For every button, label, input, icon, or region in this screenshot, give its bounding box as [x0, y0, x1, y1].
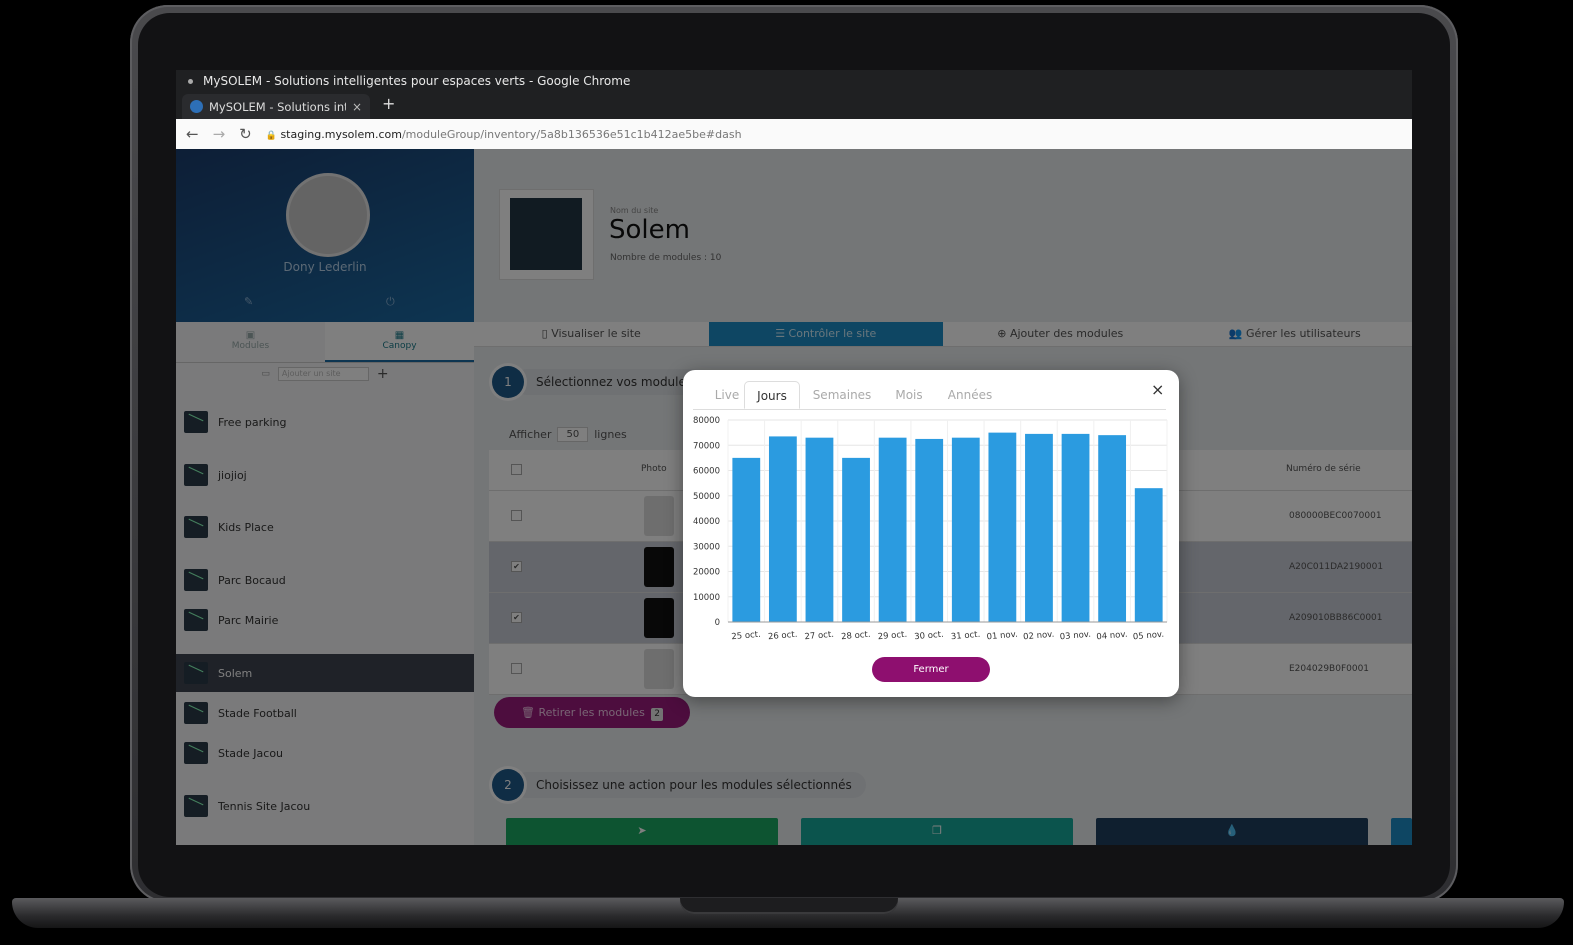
- y-tick-label: 60000: [693, 467, 720, 477]
- x-tick-label: 04 nov.: [1096, 630, 1128, 643]
- y-tick-label: 20000: [693, 568, 720, 578]
- x-tick-label: 05 nov.: [1133, 630, 1165, 643]
- url-path: /moduleGroup/inventory/5a8b136536e51c1b4…: [401, 127, 742, 141]
- browser-tab[interactable]: MySOLEM - Solutions inte ×: [182, 94, 370, 119]
- bar: [732, 457, 761, 622]
- y-tick-label: 40000: [693, 517, 720, 527]
- bar: [1025, 433, 1053, 622]
- browser-window: MySOLEM - Solutions intelligentes pour e…: [176, 70, 1412, 845]
- x-tick-label: 28 oct.: [841, 630, 871, 643]
- y-tick-label: 50000: [693, 492, 720, 502]
- bar: [988, 432, 1017, 622]
- fermer-button[interactable]: Fermer: [872, 657, 990, 682]
- y-tick-label: 70000: [693, 441, 720, 451]
- back-icon[interactable]: ←: [186, 125, 199, 143]
- favicon-icon: [190, 100, 203, 113]
- x-tick-label: 29 oct.: [877, 630, 907, 643]
- bar: [1061, 433, 1090, 622]
- daily-bar-chart: 0 10000 20000 30000 40000 50000 60000 70000 8000…: [693, 416, 1168, 643]
- x-tick-label: 25 oct.: [731, 630, 761, 643]
- y-tick-label: 10000: [693, 593, 720, 603]
- x-tick-label: 30 oct.: [914, 630, 944, 643]
- bar: [1134, 488, 1163, 622]
- x-tick-label: 01 nov.: [986, 630, 1018, 643]
- tab-annees[interactable]: Années: [940, 381, 1000, 409]
- tab-mois[interactable]: Mois: [888, 381, 930, 409]
- modal-close-icon[interactable]: ×: [1151, 380, 1164, 399]
- x-tick-label: 27 oct.: [804, 630, 834, 643]
- period-tabs: Live Jours Semaines Mois Années: [693, 381, 1166, 410]
- bar: [1098, 435, 1127, 622]
- address-bar: ← → ↻ 🔒 staging.mysolem.com/moduleGroup/…: [176, 119, 1412, 149]
- tab-semaines[interactable]: Semaines: [806, 381, 878, 409]
- url-domain: staging.mysolem.com: [280, 127, 402, 141]
- bar: [951, 437, 980, 622]
- y-tick-label: 80000: [693, 416, 720, 426]
- lock-icon: 🔒: [265, 130, 277, 141]
- chart-area: 0 10000 20000 30000 40000 50000 60000 70000 8000…: [683, 410, 1179, 650]
- tab-strip: MySOLEM - Solutions inte × +: [176, 92, 1412, 119]
- window-title: MySOLEM - Solutions intelligentes pour e…: [203, 74, 631, 88]
- tab-close-icon[interactable]: ×: [352, 100, 362, 114]
- window-menu-icon[interactable]: [188, 78, 193, 84]
- bar: [842, 457, 870, 622]
- y-tick-label: 30000: [693, 542, 720, 552]
- bar: [915, 438, 944, 622]
- new-tab-button[interactable]: +: [382, 94, 395, 113]
- x-tick-label: 31 oct.: [951, 630, 981, 643]
- forward-icon[interactable]: →: [213, 125, 226, 143]
- bar: [878, 437, 907, 622]
- y-tick-label: 0: [715, 618, 720, 628]
- x-tick-label: 03 nov.: [1059, 630, 1091, 643]
- reload-icon[interactable]: ↻: [239, 125, 252, 143]
- tab-jours[interactable]: Jours: [744, 381, 800, 409]
- bar: [805, 437, 834, 622]
- bar: [768, 436, 797, 622]
- url-field[interactable]: 🔒 staging.mysolem.com/moduleGroup/invent…: [266, 128, 742, 141]
- x-tick-label: 02 nov.: [1023, 630, 1055, 643]
- tab-title: MySOLEM - Solutions inte: [209, 99, 346, 114]
- x-tick-label: 26 oct.: [768, 630, 798, 643]
- window-titlebar: MySOLEM - Solutions intelligentes pour e…: [176, 70, 1412, 92]
- laptop-notch: [680, 898, 898, 914]
- chart-modal: Live Jours Semaines Mois Années × 0 10000…: [683, 370, 1179, 697]
